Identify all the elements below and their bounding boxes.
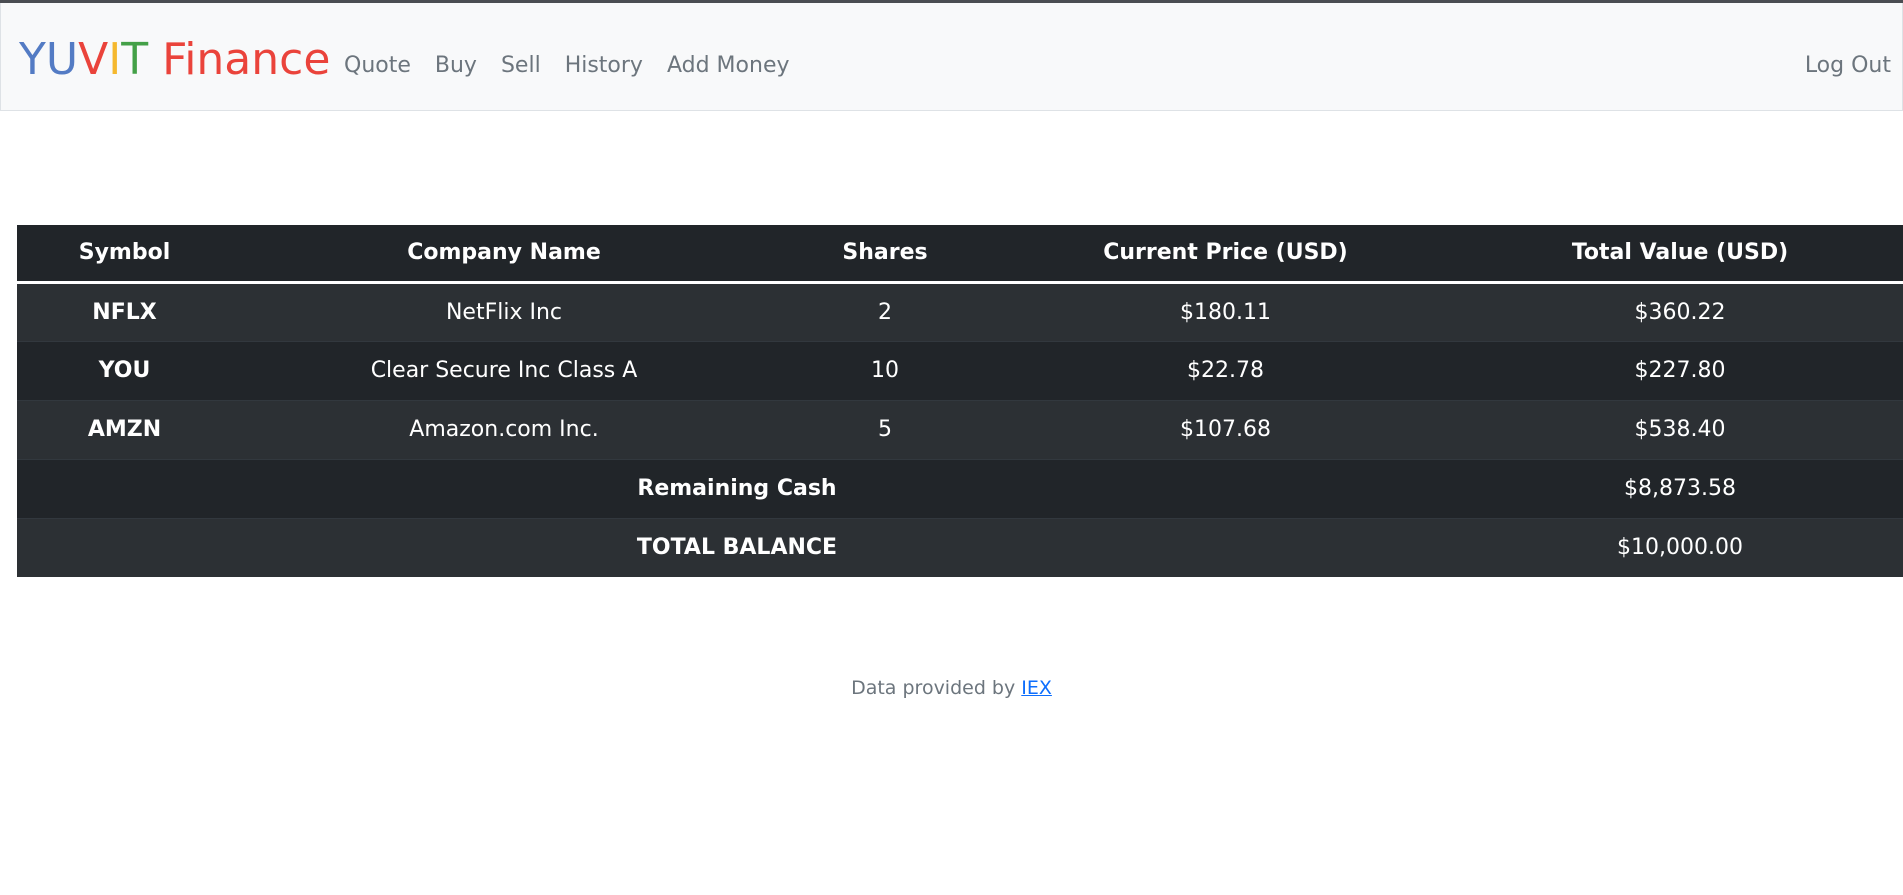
total-balance-value: $10,000.00 <box>1457 517 1903 577</box>
cell-company-name: Amazon.com Inc. <box>232 399 776 459</box>
remaining-cash-label: Remaining Cash <box>17 458 1457 518</box>
footer-text: Data provided by <box>851 677 1022 699</box>
portfolio-table-container: Symbol Company Name Shares Current Price… <box>17 225 1903 577</box>
cell-current-price: $22.78 <box>994 340 1457 400</box>
portfolio-table: Symbol Company Name Shares Current Price… <box>17 225 1903 577</box>
table-row: AMZN Amazon.com Inc. 5 $107.68 $538.40 <box>17 399 1903 459</box>
header-total-value: Total Value (USD) <box>1457 225 1903 284</box>
header-current-price: Current Price (USD) <box>994 225 1457 284</box>
header-shares: Shares <box>776 225 994 284</box>
table-row: NFLX NetFlix Inc 2 $180.11 $360.22 <box>17 281 1903 341</box>
brand-letter-t: T <box>121 34 149 85</box>
logout-link[interactable]: Log Out <box>1805 51 1891 81</box>
header-symbol: Symbol <box>17 225 232 284</box>
cell-shares: 2 <box>776 281 994 341</box>
nav-add-money-link[interactable]: Add Money <box>667 51 790 81</box>
cell-total-value: $538.40 <box>1457 399 1903 459</box>
cell-total-value: $360.22 <box>1457 281 1903 341</box>
table-header: Symbol Company Name Shares Current Price… <box>17 225 1903 284</box>
total-balance-row: TOTAL BALANCE $10,000.00 <box>17 517 1903 577</box>
footer-attribution: Data provided by IEX <box>0 675 1903 701</box>
cell-symbol: YOU <box>17 340 232 400</box>
table-body: NFLX NetFlix Inc 2 $180.11 $360.22 YOU C… <box>17 281 1903 577</box>
nav-links: Quote Buy Sell History Add Money <box>344 51 814 81</box>
nav-sell-link[interactable]: Sell <box>501 51 541 81</box>
cell-current-price: $107.68 <box>994 399 1457 459</box>
cell-shares: 10 <box>776 340 994 400</box>
cell-symbol: NFLX <box>17 281 232 341</box>
total-balance-label: TOTAL BALANCE <box>17 517 1457 577</box>
cell-company-name: Clear Secure Inc Class A <box>232 340 776 400</box>
cell-shares: 5 <box>776 399 994 459</box>
cell-company-name: NetFlix Inc <box>232 281 776 341</box>
brand-word-finance: Finance <box>148 34 331 85</box>
remaining-cash-value: $8,873.58 <box>1457 458 1903 518</box>
nav-buy-link[interactable]: Buy <box>435 51 477 81</box>
cell-total-value: $227.80 <box>1457 340 1903 400</box>
header-row: Symbol Company Name Shares Current Price… <box>17 225 1903 284</box>
cell-symbol: AMZN <box>17 399 232 459</box>
brand-letter-y: Y <box>19 34 46 85</box>
nav-history-link[interactable]: History <box>565 51 643 81</box>
brand-letter-u: U <box>45 34 79 85</box>
nav-quote-link[interactable]: Quote <box>344 51 411 81</box>
header-company-name: Company Name <box>232 225 776 284</box>
table-row: YOU Clear Secure Inc Class A 10 $22.78 $… <box>17 340 1903 400</box>
navbar: YUVIT Finance Quote Buy Sell History Add… <box>0 3 1903 111</box>
brand-letter-v: V <box>78 34 109 85</box>
brand-logo[interactable]: YUVIT Finance <box>19 33 330 87</box>
brand-letter-i: I <box>108 34 122 85</box>
cell-current-price: $180.11 <box>994 281 1457 341</box>
iex-link[interactable]: IEX <box>1021 677 1052 699</box>
remaining-cash-row: Remaining Cash $8,873.58 <box>17 458 1903 518</box>
